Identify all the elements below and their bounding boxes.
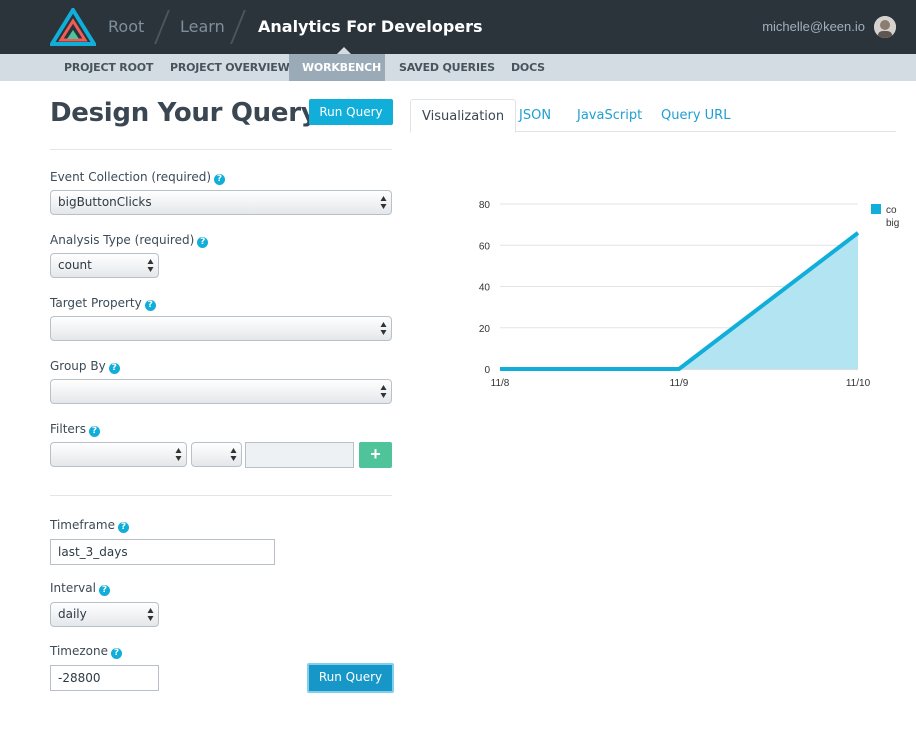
y-tick-label: 20 (479, 324, 491, 335)
page-title: Design Your Query (50, 98, 318, 128)
filters-label-text: Filters (50, 422, 86, 436)
event-collection-label: Event Collection (required)? (50, 170, 226, 185)
y-tick-label: 0 (484, 365, 490, 376)
plus-icon: + (370, 444, 381, 464)
y-tick-label: 80 (479, 200, 491, 211)
breadcrumb-learn[interactable]: Learn (180, 17, 225, 36)
group-by-select[interactable] (50, 379, 392, 404)
group-by-label-text: Group By (50, 359, 106, 373)
analysis-type-label: Analysis Type (required)? (50, 233, 209, 248)
select-arrows-icon (175, 448, 182, 461)
user-avatar-icon (874, 16, 896, 38)
x-tick-label: 11/9 (670, 378, 689, 389)
interval-label: Interval? (50, 581, 110, 596)
divider (50, 149, 392, 150)
avatar[interactable] (874, 16, 896, 38)
x-tick-label: 11/8 (491, 378, 510, 389)
select-arrows-icon (147, 259, 154, 272)
subnav-docs[interactable]: DOCS (498, 54, 558, 81)
help-icon[interactable]: ? (197, 237, 209, 248)
results-tabs: Visualization JSON JavaScript Query URL (410, 99, 896, 133)
target-property-select[interactable] (50, 316, 392, 341)
timeframe-label: Timeframe? (50, 518, 129, 533)
keen-logo-icon[interactable] (50, 8, 96, 46)
filter-value-input[interactable] (245, 442, 354, 468)
tab-json[interactable]: JSON (519, 99, 551, 132)
filter-operator-select[interactable] (191, 442, 242, 467)
select-arrows-icon (230, 448, 237, 461)
active-crumb-caret (337, 47, 351, 54)
help-icon[interactable]: ? (144, 300, 156, 311)
interval-select[interactable]: daily (50, 602, 159, 627)
timezone-input[interactable]: -28800 (50, 665, 159, 691)
user-email[interactable]: michelle@keen.io (762, 19, 865, 34)
select-arrows-icon (380, 322, 387, 335)
subnav-project-overview[interactable]: PROJECT OVERVIEW (157, 54, 303, 81)
legend-label: big (886, 218, 899, 229)
help-icon[interactable]: ? (214, 174, 226, 185)
series-area (500, 232, 858, 369)
interval-label-text: Interval (50, 581, 96, 595)
event-collection-label-text: Event Collection (required) (50, 170, 212, 184)
run-query-button-top[interactable]: Run Query (309, 99, 393, 125)
help-icon[interactable]: ? (108, 363, 120, 374)
help-icon[interactable]: ? (88, 426, 100, 437)
filter-property-select[interactable] (50, 442, 187, 467)
timezone-label-text: Timezone (50, 644, 108, 658)
help-icon[interactable]: ? (111, 648, 122, 659)
target-property-label: Target Property? (50, 296, 156, 311)
filters-label: Filters? (50, 422, 100, 437)
timeframe-input[interactable]: last_3_days (50, 539, 275, 565)
subnav-saved-queries[interactable]: SAVED QUERIES (386, 54, 508, 81)
analysis-type-label-text: Analysis Type (required) (50, 233, 195, 247)
subnav-workbench[interactable]: WORKBENCH (289, 54, 385, 81)
divider (50, 495, 392, 496)
y-tick-label: 40 (479, 283, 491, 294)
breadcrumb-current: Analytics For Developers (258, 17, 483, 36)
breadcrumb-root[interactable]: Root (108, 17, 144, 36)
interval-value: daily (58, 607, 87, 621)
analysis-type-select[interactable]: count (50, 253, 159, 278)
results-chart: 0 20 40 60 80 11/8 11/9 11/10 co big (479, 200, 899, 389)
breadcrumb-divider (230, 10, 246, 44)
add-filter-button[interactable]: + (359, 442, 392, 468)
project-subnav: PROJECT ROOT PROJECT OVERVIEW WORKBENCH … (0, 54, 916, 81)
y-tick-label: 60 (479, 241, 491, 252)
legend-swatch (871, 204, 881, 214)
select-arrows-icon (147, 608, 154, 621)
tab-javascript[interactable]: JavaScript (577, 99, 642, 132)
event-collection-select[interactable]: bigButtonClicks (50, 190, 392, 215)
tab-visualization[interactable]: Visualization (410, 99, 517, 133)
analysis-type-value: count (58, 258, 92, 272)
event-collection-value: bigButtonClicks (58, 195, 152, 209)
legend-label: co (886, 205, 897, 216)
run-query-button-bottom[interactable]: Run Query (307, 663, 394, 693)
select-arrows-icon (380, 385, 387, 398)
breadcrumb-divider (154, 10, 170, 44)
timeframe-label-text: Timeframe (50, 518, 115, 532)
subnav-project-root[interactable]: PROJECT ROOT (51, 54, 166, 81)
target-property-label-text: Target Property (50, 296, 142, 310)
tab-query-url[interactable]: Query URL (661, 99, 730, 132)
x-tick-label: 11/10 (846, 378, 871, 389)
select-arrows-icon (380, 196, 387, 209)
help-icon[interactable]: ? (117, 522, 129, 533)
timezone-label: Timezone? (50, 644, 122, 659)
top-navbar: Root Learn Analytics For Developers mich… (0, 0, 916, 54)
group-by-label: Group By? (50, 359, 120, 374)
help-icon[interactable]: ? (98, 585, 110, 596)
